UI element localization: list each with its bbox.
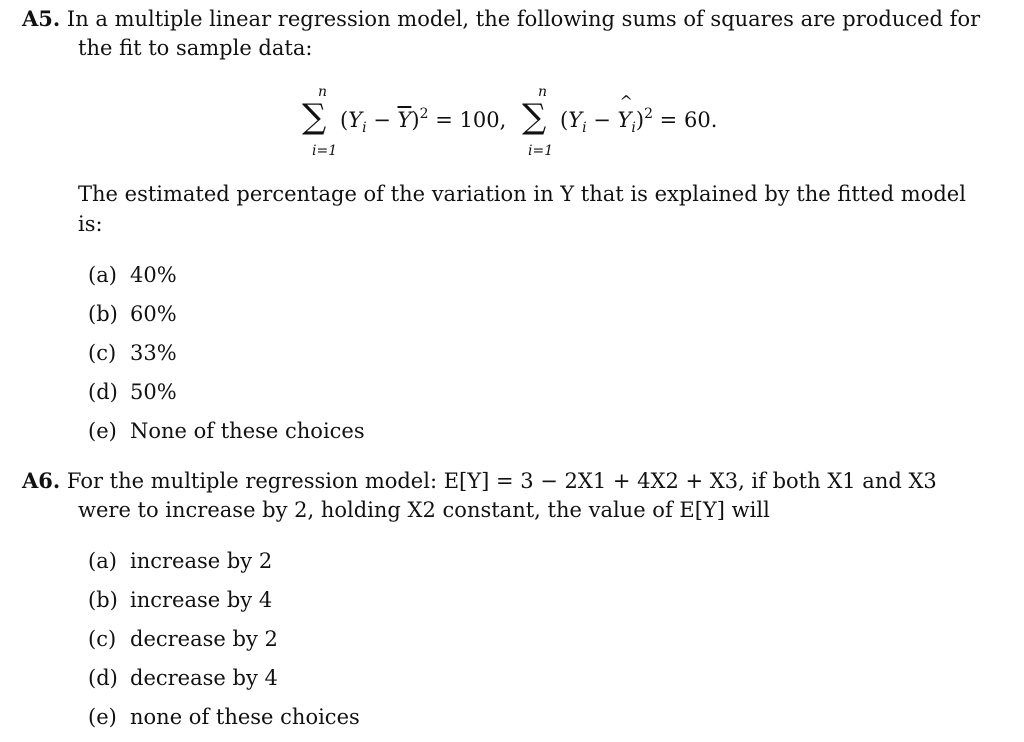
question-a6-stem-line1: A6. For the multiple regression model: E…	[22, 468, 937, 493]
answer-option-e[interactable]: (e) none of these choices	[88, 705, 360, 729]
summation-symbol: ∑	[522, 97, 547, 137]
question-number: A6.	[22, 468, 61, 493]
question-a5-stem-line1: A5. In a multiple linear regression mode…	[22, 6, 981, 31]
question-a5-prompt-line2: is:	[78, 212, 103, 236]
summation-symbol: ∑	[302, 97, 327, 137]
sse-expression: (Yi − Yi)2 = 60.	[560, 107, 717, 135]
answer-option-e[interactable]: (e) None of these choices	[88, 419, 365, 443]
answer-option-c[interactable]: (c) decrease by 2	[88, 627, 278, 651]
answer-option-c[interactable]: (c) 33%	[88, 341, 177, 365]
answer-option-a[interactable]: (a) increase by 2	[88, 549, 272, 573]
question-a5-stem-line2: the fit to sample data:	[78, 36, 313, 60]
answer-option-b[interactable]: (b) 60%	[88, 302, 177, 326]
sum-lower-limit: i=1	[312, 143, 338, 159]
question-a6-stem-line2: were to increase by 2, holding X2 consta…	[78, 498, 770, 522]
sum-lower-limit: i=1	[528, 143, 554, 159]
answer-option-d[interactable]: (d) 50%	[88, 380, 177, 404]
question-number: A5.	[22, 6, 61, 31]
answer-option-d[interactable]: (d) decrease by 4	[88, 666, 278, 690]
answer-option-b[interactable]: (b) increase by 4	[88, 588, 272, 612]
answer-option-a[interactable]: (a) 40%	[88, 263, 177, 287]
question-a5-prompt-line1: The estimated percentage of the variatio…	[78, 182, 966, 206]
sst-expression: (Yi − Y)2 = 100,	[340, 106, 507, 136]
